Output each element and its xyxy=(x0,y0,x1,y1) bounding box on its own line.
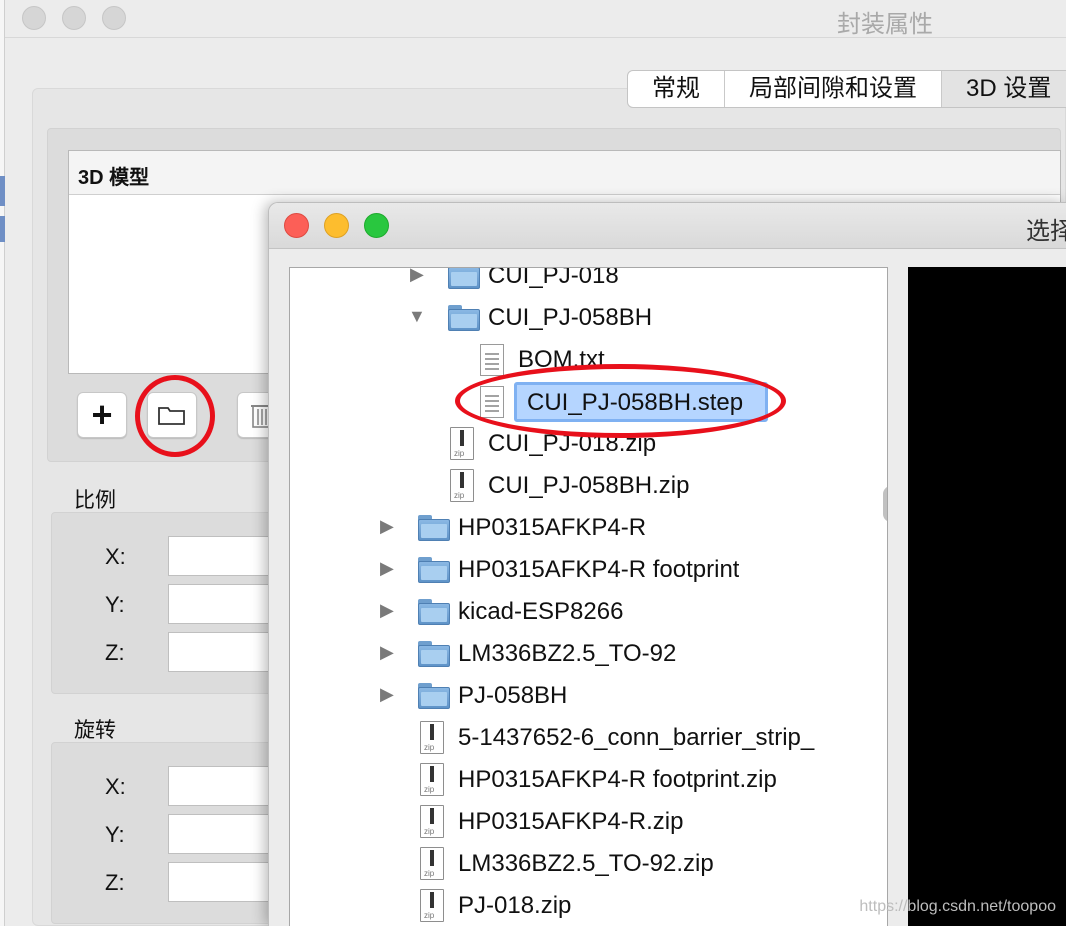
disclosure-triangle-icon[interactable]: ▶ xyxy=(380,684,394,705)
zip-file-icon: zip xyxy=(420,889,444,922)
disclosure-triangle-icon[interactable]: ▶ xyxy=(380,558,394,579)
tab-clearance-settings[interactable]: 局部间隙和设置 xyxy=(725,71,942,107)
close-button[interactable] xyxy=(284,213,309,238)
scale-label: 比例 xyxy=(74,489,116,512)
zoom-button[interactable] xyxy=(364,213,389,238)
folder-icon xyxy=(418,599,450,625)
folder-icon xyxy=(418,683,450,709)
annotation-ellipse xyxy=(455,364,786,438)
tree-row-label: LM336BZ2.5_TO-92.zip xyxy=(458,850,714,877)
tree-row-folder[interactable]: ▶ HP0315AFKP4-R xyxy=(290,508,860,548)
zip-file-icon: zip xyxy=(450,427,474,460)
rotation-z-label: Z: xyxy=(105,870,125,895)
tree-row-label: 5-1437652-6_conn_barrier_strip_ xyxy=(458,724,815,751)
text-file-icon xyxy=(480,344,504,376)
tree-row-folder[interactable]: ▶ PJ-058BH xyxy=(290,676,860,716)
folder-icon xyxy=(418,515,450,541)
tree-row-label: HP0315AFKP4-R.zip xyxy=(458,808,684,835)
folder-icon xyxy=(418,641,450,667)
tree-row-file[interactable]: zip LM336BZ2.5_TO-92.zip xyxy=(290,844,860,884)
tree-row-label: CUI_PJ-058BH xyxy=(488,304,653,331)
disclosure-triangle-icon[interactable]: ▼ xyxy=(408,306,426,327)
folder-icon xyxy=(418,557,450,583)
tree-row-label: CUI_PJ-018 xyxy=(488,267,619,289)
tree-row-label: PJ-058BH xyxy=(458,682,568,709)
tree-row-label: kicad-ESP8266 xyxy=(458,598,624,625)
folder-icon xyxy=(448,305,480,331)
tab-bar: 常规 局部间隙和设置 3D 设置 xyxy=(627,70,1066,108)
tree-row-folder[interactable]: ▶ kicad-ESP8266 xyxy=(290,592,860,632)
zip-file-icon: zip xyxy=(420,847,444,880)
disclosure-triangle-icon[interactable]: ▶ xyxy=(380,642,394,663)
tree-row-folder[interactable]: ▶ CUI_PJ-018 xyxy=(290,267,860,296)
tab-general[interactable]: 常规 xyxy=(628,71,725,107)
zip-file-icon: zip xyxy=(420,805,444,838)
tree-row-file[interactable]: zip CUI_PJ-058BH.zip xyxy=(290,466,860,506)
disclosure-triangle-icon[interactable]: ▶ xyxy=(380,600,394,621)
disclosure-triangle-icon[interactable]: ▶ xyxy=(380,516,394,537)
annotation-circle xyxy=(135,375,215,457)
close-button[interactable] xyxy=(22,6,46,30)
tree-row-label: HP0315AFKP4-R footprint xyxy=(458,556,740,583)
minimize-button[interactable] xyxy=(62,6,86,30)
tree-row-file[interactable]: zip HP0315AFKP4-R.zip xyxy=(290,802,860,842)
scale-x-label: X: xyxy=(105,544,126,569)
rotation-label: 旋转 xyxy=(74,719,116,742)
tree-row-file[interactable]: zip PJ-018.zip xyxy=(290,886,860,926)
dialog-title: 选择 xyxy=(1026,218,1066,245)
zip-file-icon: zip xyxy=(420,721,444,754)
folder-icon xyxy=(448,268,480,289)
scrollbar-thumb[interactable] xyxy=(883,486,887,522)
plus-icon: + xyxy=(91,394,113,435)
tree-row-label: CUI_PJ-058BH.zip xyxy=(488,472,690,499)
tree-row-label: LM336BZ2.5_TO-92 xyxy=(458,640,677,667)
minimize-button[interactable] xyxy=(324,213,349,238)
tree-row-label: PJ-018.zip xyxy=(458,892,572,919)
tree-row-folder[interactable]: ▶ LM336BZ2.5_TO-92 xyxy=(290,634,860,674)
rotation-x-label: X: xyxy=(105,774,126,799)
window-titlebar: 封装属性 xyxy=(5,0,1066,38)
tree-row-label: HP0315AFKP4-R xyxy=(458,514,647,541)
scale-y-label: Y: xyxy=(105,592,125,617)
dialog-titlebar: 选择 xyxy=(269,203,1066,249)
background-window-edge xyxy=(0,0,5,926)
tree-row-file[interactable]: zip 5-1437652-6_conn_barrier_strip_ xyxy=(290,718,860,758)
tree-row-label: HP0315AFKP4-R footprint.zip xyxy=(458,766,777,793)
tree-row-folder[interactable]: ▶ HP0315AFKP4-R footprint xyxy=(290,550,860,590)
add-model-button[interactable]: + xyxy=(77,392,127,438)
watermark: https://blog.csdn.net/toopoo xyxy=(859,898,1056,915)
tree-row-folder[interactable]: ▼ CUI_PJ-058BH xyxy=(290,298,860,338)
zip-file-icon: zip xyxy=(420,763,444,796)
zip-file-icon: zip xyxy=(450,469,474,502)
rotation-y-label: Y: xyxy=(105,822,125,847)
tree-row-file[interactable]: zip HP0315AFKP4-R footprint.zip xyxy=(290,760,860,800)
scale-z-label: Z: xyxy=(105,640,125,665)
file-chooser-dialog: 选择 ▶ CUI_PJ-018 ▼ CUI_PJ-058BH BOM.txt xyxy=(268,202,1066,926)
tab-3d-settings[interactable]: 3D 设置 xyxy=(942,71,1066,107)
3d-model-list-header: 3D 模型 xyxy=(69,151,1060,195)
window-title: 封装属性 xyxy=(837,11,933,38)
zoom-button[interactable] xyxy=(102,6,126,30)
file-preview-pane xyxy=(908,267,1066,926)
disclosure-triangle-icon[interactable]: ▶ xyxy=(410,268,424,285)
